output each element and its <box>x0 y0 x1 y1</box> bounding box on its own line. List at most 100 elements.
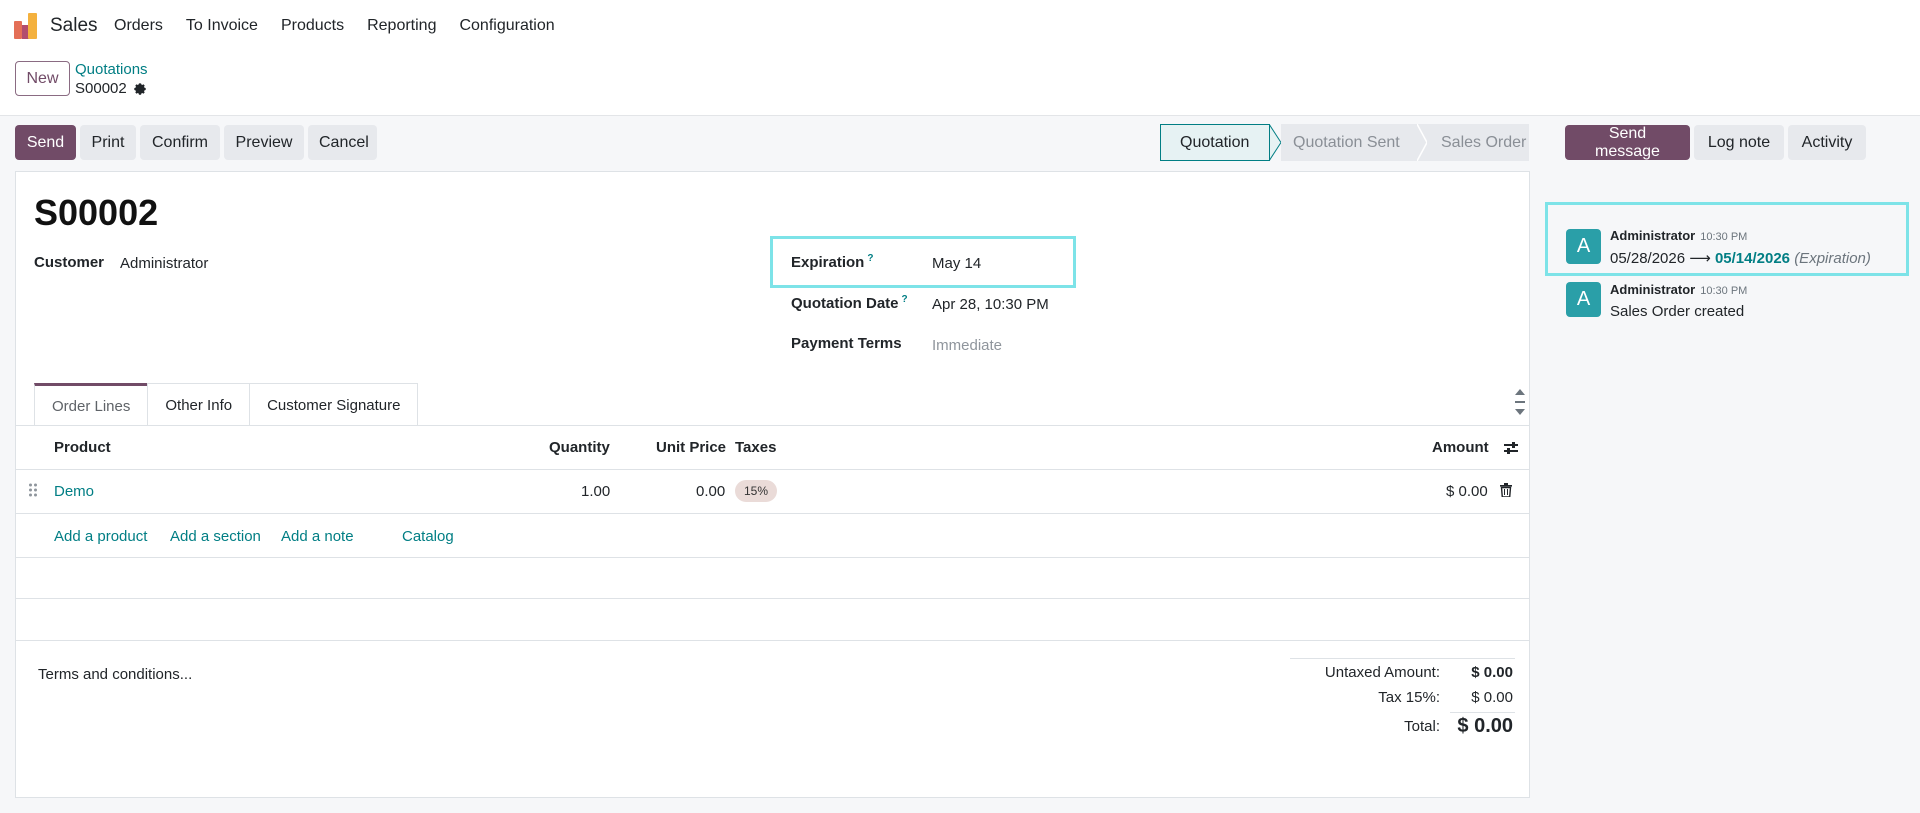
trash-icon[interactable] <box>1500 483 1512 497</box>
tax-value: $ 0.00 <box>1471 689 1513 706</box>
tab-customer-signature[interactable]: Customer Signature <box>249 383 419 426</box>
activity-button[interactable]: Activity <box>1788 125 1866 160</box>
menu-to-invoice[interactable]: To Invoice <box>186 17 258 35</box>
cancel-button[interactable]: Cancel <box>308 125 377 160</box>
order-name: S00002 <box>34 192 159 233</box>
totals-divider <box>1450 712 1515 713</box>
message-time: 10:30 PM <box>1700 231 1748 243</box>
message-author[interactable]: Administrator 10:30 PM <box>1610 228 1747 243</box>
add-note-link[interactable]: Add a note <box>281 528 354 545</box>
stage-quotation-label: Quotation <box>1180 133 1250 151</box>
quotation-date-help-icon[interactable]: ? <box>902 294 908 305</box>
message-time: 10:30 PM <box>1700 285 1748 297</box>
row-divider <box>16 557 1529 558</box>
add-section-link[interactable]: Add a section <box>170 528 261 545</box>
breadcrumb-current-label: S00002 <box>75 80 127 97</box>
avatar[interactable]: A <box>1566 229 1601 264</box>
expiration-label: Expiration? <box>791 253 873 271</box>
stage-arrow-icon <box>1269 124 1281 161</box>
tab-other-info-label: Other Info <box>165 396 233 414</box>
sales-app-icon[interactable] <box>14 13 38 39</box>
stage-sales-order[interactable]: Sales Order <box>1427 124 1529 161</box>
expiration-help-icon[interactable]: ? <box>867 253 873 264</box>
row-divider <box>16 513 1529 514</box>
print-button[interactable]: Print <box>80 125 136 160</box>
message-author-name: Administrator <box>1610 228 1696 243</box>
send-button[interactable]: Send <box>15 125 76 160</box>
tracking-old-value: 05/28/2026 <box>1610 250 1686 267</box>
avatar[interactable]: A <box>1566 282 1601 317</box>
form-sheet: S00002 Customer Administrator Expiration… <box>15 171 1530 798</box>
stage-quotation-sent-label: Quotation Sent <box>1293 133 1400 151</box>
resize-handle-icon[interactable] <box>1514 387 1526 421</box>
arrow-right-icon: ⟶ <box>1689 250 1711 267</box>
drag-handle-icon[interactable] <box>28 483 38 497</box>
row-divider <box>16 598 1529 599</box>
gear-icon[interactable] <box>133 82 147 96</box>
column-settings-icon[interactable] <box>1503 440 1519 456</box>
row-product[interactable]: Demo <box>54 483 94 500</box>
expiration-label-text: Expiration <box>791 254 865 271</box>
tab-divider <box>16 425 1529 426</box>
message-author[interactable]: Administrator 10:30 PM <box>1610 282 1747 297</box>
catalog-link[interactable]: Catalog <box>402 528 454 545</box>
main-menu: Orders To Invoice Products Reporting Con… <box>114 17 578 35</box>
row-divider <box>16 469 1529 470</box>
customer-label: Customer <box>34 254 105 271</box>
terms-field[interactable]: Terms and conditions... <box>38 666 192 683</box>
row-quantity[interactable]: 1.00 <box>581 483 610 500</box>
expiration-field[interactable]: May 14 <box>932 255 981 272</box>
stage-quotation-sent[interactable]: Quotation Sent <box>1281 124 1417 161</box>
breadcrumb-current: S00002 <box>75 80 147 97</box>
tax-badge[interactable]: 15% <box>735 480 778 502</box>
untaxed-amount-label: Untaxed Amount: <box>1324 664 1440 681</box>
col-taxes[interactable]: Taxes <box>735 439 776 456</box>
add-product-link[interactable]: Add a product <box>54 528 147 545</box>
send-message-button[interactable]: Send message <box>1565 125 1690 160</box>
notebook-tabs: Order Lines Other Info Customer Signatur… <box>34 383 419 426</box>
row-divider <box>16 640 1529 641</box>
col-amount[interactable]: Amount <box>1432 439 1489 456</box>
menu-configuration[interactable]: Configuration <box>459 17 554 35</box>
breadcrumb-quotations[interactable]: Quotations <box>75 61 148 78</box>
stage-quotation[interactable]: Quotation <box>1160 124 1270 161</box>
totals-divider <box>1290 658 1515 659</box>
total-label: Total: <box>1404 718 1440 735</box>
payment-terms-field[interactable]: Immediate <box>932 337 1002 354</box>
customer-field[interactable]: Administrator <box>120 255 208 272</box>
message-tracking: 05/28/2026 ⟶ 05/14/2026 (Expiration) <box>1610 249 1871 267</box>
stage-arrow-icon <box>1417 124 1427 161</box>
row-amount: $ 0.00 <box>1446 483 1488 500</box>
quotation-date-label: Quotation Date? <box>791 294 908 312</box>
total-value: $ 0.00 <box>1457 715 1513 737</box>
top-navbar: Sales Orders To Invoice Products Reporti… <box>0 0 1920 52</box>
message-author-name: Administrator <box>1610 282 1696 297</box>
tab-other-info[interactable]: Other Info <box>147 383 251 426</box>
tab-customer-signature-label: Customer Signature <box>267 396 401 414</box>
confirm-button[interactable]: Confirm <box>140 125 220 160</box>
menu-products[interactable]: Products <box>281 17 344 35</box>
col-unit-price[interactable]: Unit Price <box>656 439 726 456</box>
new-button[interactable]: New <box>15 61 70 96</box>
tracking-field: (Expiration) <box>1794 250 1871 267</box>
stage-sales-order-label: Sales Order <box>1441 133 1527 151</box>
preview-button[interactable]: Preview <box>224 125 304 160</box>
status-bar: Quotation Quotation Sent Sales Order <box>1160 124 1530 161</box>
col-product[interactable]: Product <box>54 439 111 456</box>
tab-order-lines[interactable]: Order Lines <box>34 383 149 426</box>
untaxed-amount-value: $ 0.00 <box>1471 664 1513 681</box>
quotation-date-label-text: Quotation Date <box>791 295 899 312</box>
tab-order-lines-label: Order Lines <box>52 397 131 415</box>
tax-label: Tax 15%: <box>1378 689 1440 706</box>
app-name[interactable]: Sales <box>50 15 98 37</box>
menu-reporting[interactable]: Reporting <box>367 17 436 35</box>
row-unit-price[interactable]: 0.00 <box>696 483 725 500</box>
payment-terms-label: Payment Terms <box>791 335 902 352</box>
menu-orders[interactable]: Orders <box>114 17 163 35</box>
col-quantity[interactable]: Quantity <box>549 439 610 456</box>
log-note-button[interactable]: Log note <box>1694 125 1784 160</box>
quotation-date-field[interactable]: Apr 28, 10:30 PM <box>932 296 1049 313</box>
message-body: Sales Order created <box>1610 303 1745 320</box>
control-panel: New Quotations S00002 <box>0 52 1920 116</box>
tracking-new-value: 05/14/2026 <box>1714 250 1791 267</box>
